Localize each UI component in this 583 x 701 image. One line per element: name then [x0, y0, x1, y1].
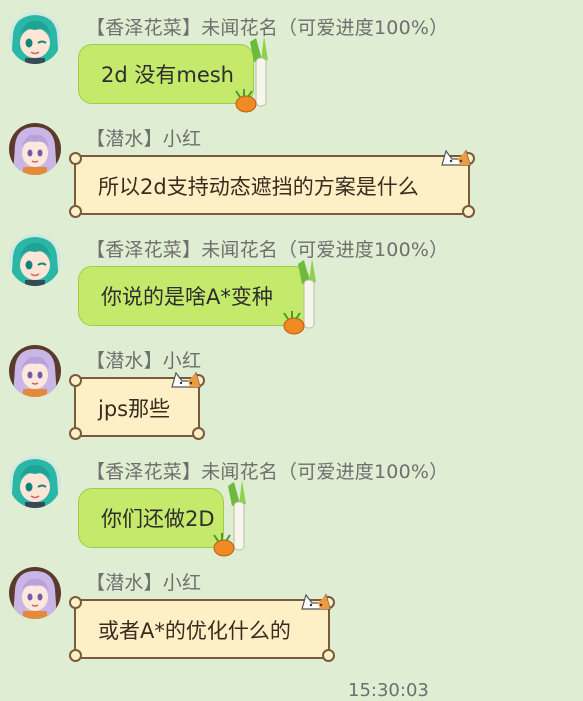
leek-carrot-icon	[283, 258, 316, 335]
avatar[interactable]	[9, 567, 61, 619]
message-bubble[interactable]: 你们还做2D	[78, 488, 224, 548]
scroll-curl	[69, 596, 82, 609]
avatar[interactable]	[9, 345, 61, 397]
message-text: jps那些	[98, 397, 171, 421]
message-text: 你们还做2D	[101, 507, 215, 531]
message-bubble[interactable]: 所以2d支持动态遮挡的方案是什么	[69, 152, 475, 218]
message-bubble[interactable]: 2d 没有mesh	[78, 44, 254, 104]
scroll-curl	[69, 427, 82, 440]
cat-ears-icon	[171, 371, 201, 388]
lavender-hair-avatar-icon	[9, 123, 61, 175]
chat-message: 【香泽花菜】未闻花名（可爱进度100%） 2d 没有mesh	[0, 0, 583, 113]
message-text: 你说的是啥A*变种	[101, 285, 273, 309]
message-bubble[interactable]: 你说的是啥A*变种	[78, 266, 310, 326]
leek-carrot-icon	[213, 480, 246, 557]
chat-message: 【潜水】小红 所以2d支持动态遮挡的方案是什么	[0, 111, 583, 222]
miku-avatar-icon	[9, 456, 61, 508]
chat-message: 【香泽花菜】未闻花名（可爱进度100%） 你们还做2D	[0, 444, 583, 557]
cat-ears-icon	[441, 149, 471, 166]
avatar[interactable]	[9, 234, 61, 286]
avatar[interactable]	[9, 123, 61, 175]
chat-message: 【香泽花菜】未闻花名（可爱进度100%） 你说的是啥A*变种	[0, 222, 583, 335]
chat-message: 【潜水】小红 jps那些	[0, 333, 583, 444]
message-text: 所以2d支持动态遮挡的方案是什么	[98, 175, 419, 199]
sender-name: 【香泽花菜】未闻花名（可爱进度100%）	[86, 239, 449, 261]
scroll-curl	[69, 374, 82, 387]
lavender-hair-avatar-icon	[9, 567, 61, 619]
avatar[interactable]	[9, 12, 61, 64]
chat-message: 【潜水】小红 或者A*的优化什么的	[0, 555, 583, 666]
leek-carrot-icon	[235, 36, 268, 113]
scroll-curl	[462, 205, 475, 218]
scroll-curl	[69, 205, 82, 218]
miku-avatar-icon	[9, 234, 61, 286]
message-bubble[interactable]: 或者A*的优化什么的	[69, 596, 335, 662]
scroll-curl	[69, 152, 82, 165]
sender-name: 【香泽花菜】未闻花名（可爱进度100%）	[86, 461, 449, 483]
scroll-curl	[69, 649, 82, 662]
cat-ears-icon	[301, 593, 331, 610]
message-text: 或者A*的优化什么的	[98, 619, 291, 643]
sender-name: 【潜水】小红	[86, 572, 202, 594]
avatar[interactable]	[9, 456, 61, 508]
lavender-hair-avatar-icon	[9, 345, 61, 397]
message-text: 2d 没有mesh	[101, 63, 234, 87]
scroll-curl	[322, 649, 335, 662]
miku-avatar-icon	[9, 12, 61, 64]
sender-name: 【潜水】小红	[86, 128, 202, 150]
scroll-curl	[192, 427, 205, 440]
